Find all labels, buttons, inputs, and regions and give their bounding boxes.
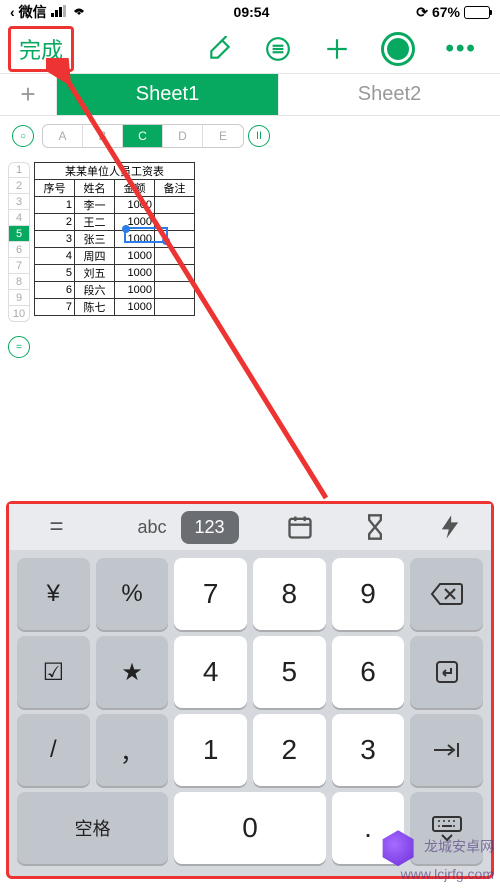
add-sheet-button[interactable]: +	[0, 74, 56, 115]
table-row: 3张三1000	[35, 231, 195, 248]
pause-icon[interactable]: ⅠⅠ	[248, 125, 270, 147]
table-row: 2王二1000	[35, 214, 195, 231]
hdr-note[interactable]: 备注	[155, 180, 195, 197]
row-4[interactable]: 4	[8, 210, 30, 226]
table-row: 1李一1000	[35, 197, 195, 214]
key-dot[interactable]: .	[332, 792, 405, 864]
row-3[interactable]: 3	[8, 194, 30, 210]
back-app-label: 微信	[19, 2, 47, 22]
key-backspace[interactable]	[410, 558, 483, 630]
wifi-icon	[71, 4, 87, 20]
column-headers[interactable]: A B C D E	[42, 124, 244, 148]
plus-icon[interactable]	[323, 35, 351, 63]
table-row: 5刘五1000	[35, 265, 195, 282]
data-table[interactable]: 某某单位人员工资表 序号 姓名 金额 备注 1李一1000 2王二1000 3张…	[34, 162, 195, 316]
brush-icon[interactable]	[206, 35, 234, 63]
key-4[interactable]: 4	[174, 636, 247, 708]
key-2[interactable]: 2	[253, 714, 326, 786]
backspace-icon	[430, 582, 464, 606]
row-7[interactable]: 7	[8, 258, 30, 274]
kb-123-mode[interactable]: 123	[181, 511, 239, 544]
equals-icon[interactable]: =	[8, 336, 30, 358]
table-title[interactable]: 某某单位人员工资表	[35, 163, 195, 180]
table-row: 4周四1000	[35, 248, 195, 265]
more-icon[interactable]: •••	[446, 35, 477, 63]
key-5[interactable]: 5	[253, 636, 326, 708]
sheet-tab-1[interactable]: Sheet1	[56, 74, 278, 115]
spreadsheet[interactable]: ○ A B C D E ⅠⅠ 1 2 3 4 5 6 7 8 9 10 某某单位…	[0, 116, 500, 366]
table-row: 6段六1000	[35, 282, 195, 299]
key-newline[interactable]	[410, 636, 483, 708]
key-percent[interactable]: %	[96, 558, 169, 630]
battery-pct: 67%	[432, 4, 460, 20]
lightning-icon[interactable]	[436, 513, 464, 541]
hide-keyboard-icon	[430, 815, 464, 841]
key-0[interactable]: 0	[174, 792, 325, 864]
status-bar: ‹ 微信 09:54 ⟳ 67%	[0, 0, 500, 24]
return-icon	[433, 658, 461, 686]
key-comma[interactable]: ，	[96, 714, 169, 786]
keyboard-mode-bar: = abc 123	[9, 504, 491, 550]
hdr-idx[interactable]: 序号	[35, 180, 75, 197]
col-C[interactable]: C	[123, 125, 163, 147]
col-A[interactable]: A	[43, 125, 83, 147]
circle-undo-icon[interactable]: ○	[12, 125, 34, 147]
sheet-tab-bar: + Sheet1 Sheet2	[0, 74, 500, 116]
key-star[interactable]: ★	[96, 636, 169, 708]
key-checkbox[interactable]: ☑	[17, 636, 90, 708]
key-7[interactable]: 7	[174, 558, 247, 630]
sheet-tab-2[interactable]: Sheet2	[278, 74, 500, 115]
key-8[interactable]: 8	[253, 558, 326, 630]
done-button[interactable]: 完成	[8, 26, 74, 72]
key-6[interactable]: 6	[332, 636, 405, 708]
hdr-name[interactable]: 姓名	[75, 180, 115, 197]
calendar-icon[interactable]	[286, 513, 314, 541]
row-5[interactable]: 5	[8, 226, 30, 242]
row-headers[interactable]: 1 2 3 4 5 6 7 8 9 10	[8, 162, 30, 322]
signal-icon	[51, 4, 67, 20]
hdr-amount[interactable]: 金额	[115, 180, 155, 197]
row-9[interactable]: 9	[8, 290, 30, 306]
col-D[interactable]: D	[163, 125, 203, 147]
back-chevron-icon: ‹	[10, 4, 15, 20]
list-icon[interactable]	[264, 35, 292, 63]
key-tab[interactable]	[410, 714, 483, 786]
kb-formula-mode[interactable]: =	[36, 513, 76, 541]
col-E[interactable]: E	[203, 125, 243, 147]
row-6[interactable]: 6	[8, 242, 30, 258]
key-1[interactable]: 1	[174, 714, 247, 786]
row-2[interactable]: 2	[8, 178, 30, 194]
tab-icon	[432, 739, 462, 761]
key-3[interactable]: 3	[332, 714, 405, 786]
avatar-icon[interactable]	[381, 32, 415, 66]
hourglass-icon[interactable]	[361, 513, 389, 541]
key-space[interactable]: 空格	[17, 792, 168, 864]
key-slash[interactable]: /	[17, 714, 90, 786]
clock: 09:54	[87, 4, 417, 20]
kb-abc-mode[interactable]: abc	[123, 511, 180, 544]
row-8[interactable]: 8	[8, 274, 30, 290]
key-yen[interactable]: ¥	[17, 558, 90, 630]
row-10[interactable]: 10	[8, 306, 30, 322]
toolbar: 完成 •••	[0, 24, 500, 74]
battery-icon	[464, 6, 490, 19]
keyboard: = abc 123 ¥ % 7 8 9 ☑ ★ 4 5 6 / ，	[6, 501, 494, 879]
key-hide-keyboard[interactable]	[410, 792, 483, 864]
row-1[interactable]: 1	[8, 162, 30, 178]
rotation-lock-icon: ⟳	[416, 4, 428, 21]
key-9[interactable]: 9	[332, 558, 405, 630]
col-B[interactable]: B	[83, 125, 123, 147]
table-row: 7陈七1000	[35, 299, 195, 316]
